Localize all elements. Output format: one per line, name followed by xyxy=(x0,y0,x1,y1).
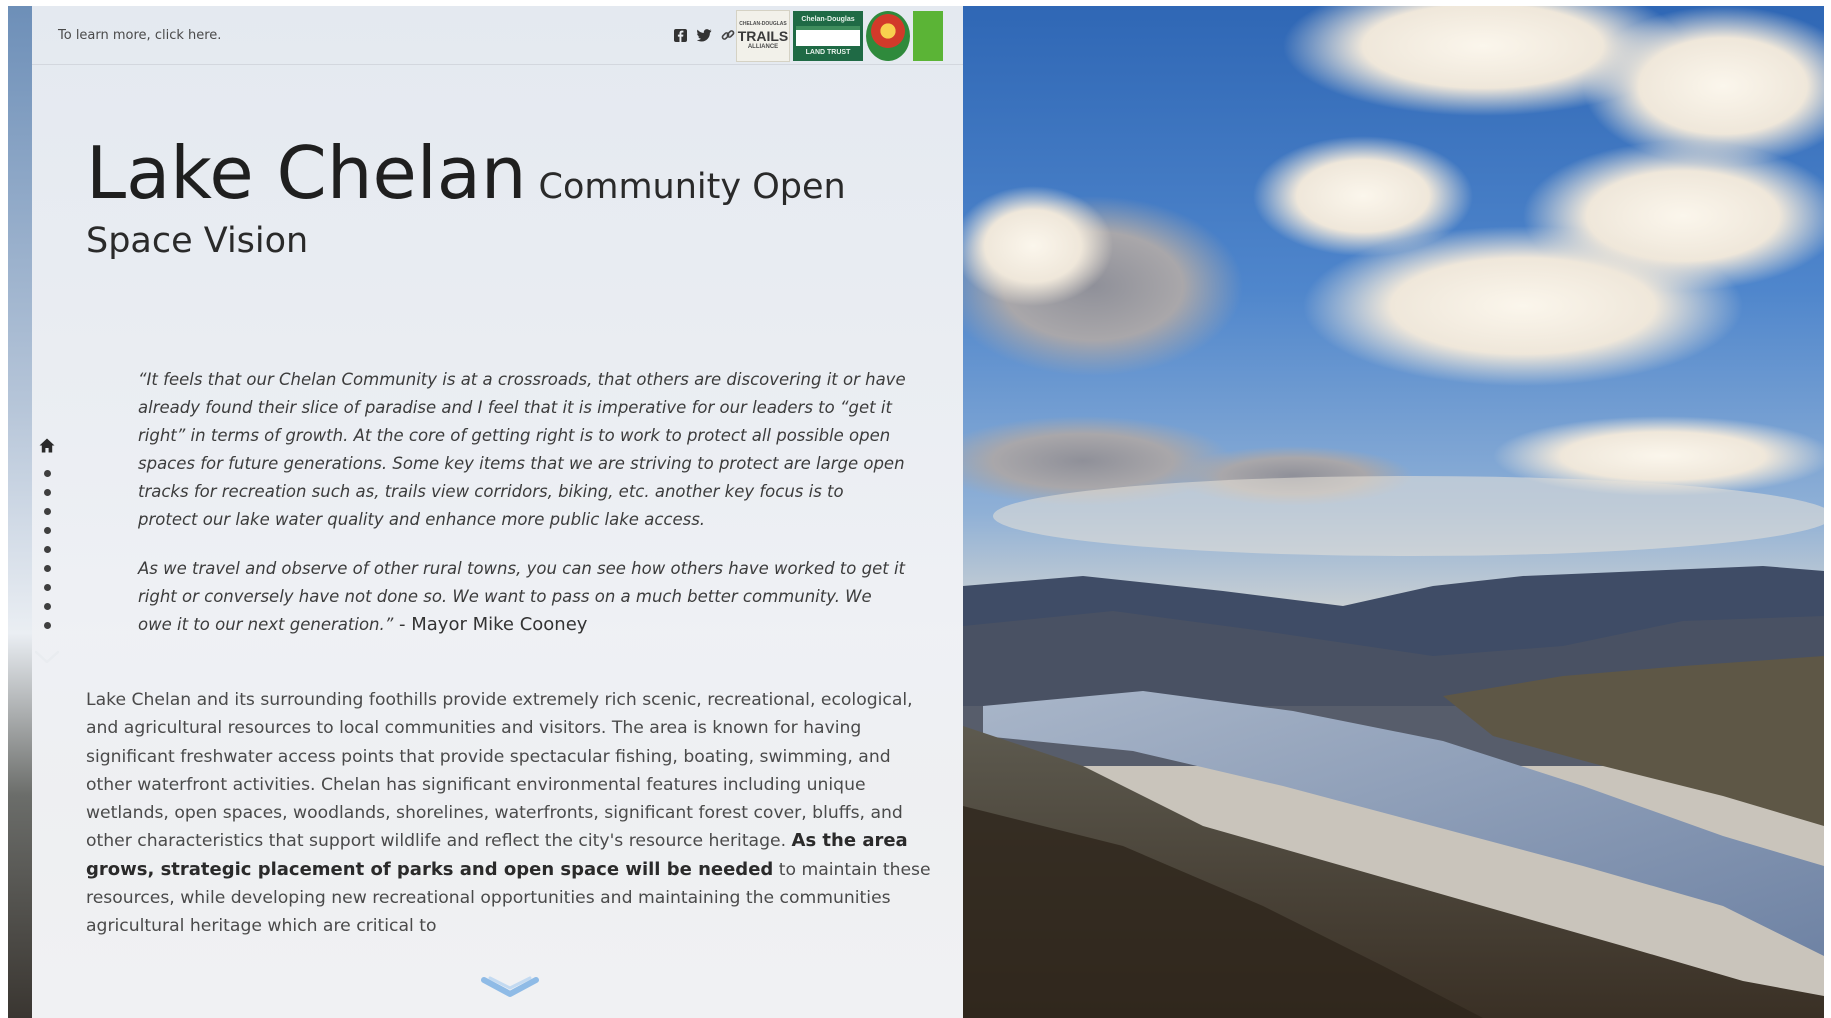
mayor-quote: “It feels that our Chelan Community is a… xyxy=(138,366,908,660)
green-partner-logo[interactable] xyxy=(913,11,943,61)
land-trust-logo[interactable]: Chelan-Douglas LAND TRUST xyxy=(793,11,863,61)
story-title: Lake Chelan Community Open Space Vision xyxy=(86,128,906,261)
section-dot[interactable] xyxy=(43,622,51,629)
land-trust-logo-bottom: LAND TRUST xyxy=(805,49,851,56)
learn-more-link[interactable]: To learn more, click here. xyxy=(58,28,221,43)
lake-chelan-photo xyxy=(963,6,1824,1018)
quote-paragraph-2: As we travel and observe of other rural … xyxy=(138,555,908,639)
trails-logo-big: TRAILS xyxy=(737,28,789,44)
land-trust-logo-graphic xyxy=(796,26,860,46)
link-icon[interactable] xyxy=(720,27,736,43)
scroll-down-button[interactable] xyxy=(480,974,540,1006)
narrative-panel: To learn more, click here. CHELAN-DOUGLA… xyxy=(32,6,963,1018)
story-map-frame: To learn more, click here. CHELAN-DOUGLA… xyxy=(8,6,1824,1018)
section-dot[interactable] xyxy=(43,546,51,553)
share-bar xyxy=(672,27,736,43)
apple-badge-logo[interactable] xyxy=(866,11,910,61)
title-line2: Space Vision xyxy=(86,221,309,261)
partner-logos: CHELAN-DOUGLAS TRAILS ALLIANCE Chelan-Do… xyxy=(736,10,943,62)
quote-attribution: - Mayor Mike Cooney xyxy=(393,614,588,635)
intro-text: Lake Chelan and its surrounding foothill… xyxy=(86,690,913,852)
section-dot[interactable] xyxy=(43,470,51,477)
section-dot[interactable] xyxy=(43,584,51,591)
twitter-icon[interactable] xyxy=(696,27,712,43)
section-dot[interactable] xyxy=(43,508,51,515)
section-navigation xyxy=(32,438,62,668)
header-bar: To learn more, click here. CHELAN-DOUGLA… xyxy=(32,6,963,65)
section-dot[interactable] xyxy=(43,603,51,610)
land-trust-logo-top: Chelan-Douglas xyxy=(801,16,855,23)
title-subtitle: Community Open xyxy=(538,167,846,207)
trails-alliance-logo[interactable]: CHELAN-DOUGLAS TRAILS ALLIANCE xyxy=(736,10,790,62)
title-main: Lake Chelan xyxy=(86,131,527,215)
quote-paragraph-1: “It feels that our Chelan Community is a… xyxy=(138,370,906,529)
section-dot[interactable] xyxy=(43,489,51,496)
home-icon[interactable] xyxy=(39,438,55,457)
chevron-down-icon[interactable] xyxy=(34,649,60,668)
trails-logo-line3: ALLIANCE xyxy=(747,44,779,50)
facebook-icon[interactable] xyxy=(672,27,688,43)
section-dot[interactable] xyxy=(43,527,51,534)
section-dot[interactable] xyxy=(43,565,51,572)
intro-paragraph: Lake Chelan and its surrounding foothill… xyxy=(86,686,936,941)
